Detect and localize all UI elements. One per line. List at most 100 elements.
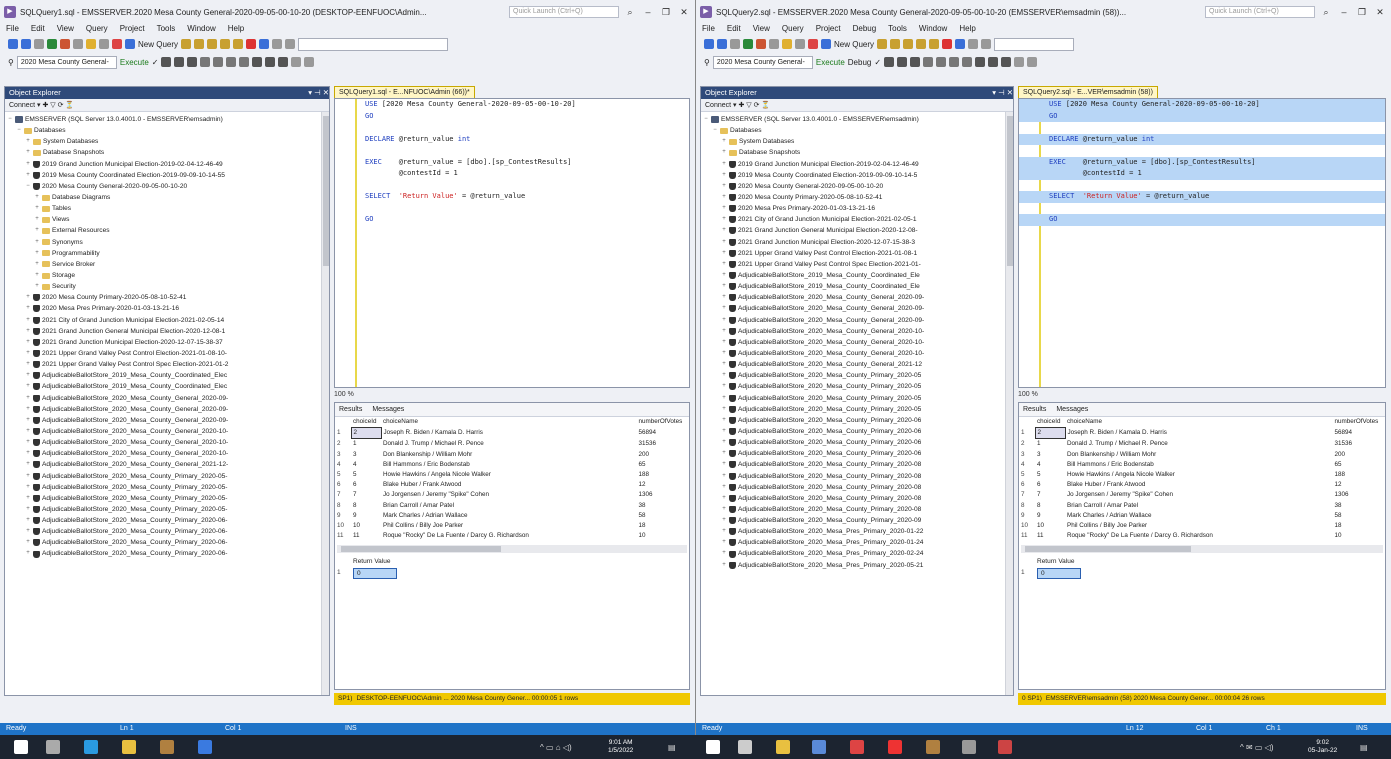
tree-scrollbar[interactable] — [1005, 112, 1013, 695]
query-tool-icon-8[interactable] — [988, 57, 999, 67]
table-cell[interactable]: 1 — [1019, 428, 1035, 439]
solution-combo[interactable] — [298, 37, 449, 51]
tree-node[interactable]: + AdjudicableBallotStore_2020_Mesa_County… — [7, 459, 329, 470]
table-cell[interactable]: 18 — [637, 521, 689, 531]
windows-start-icon[interactable] — [706, 740, 720, 754]
toolbar-icon-b7[interactable] — [272, 39, 283, 49]
expand-toggle[interactable]: + — [721, 515, 727, 526]
tree-node[interactable]: + AdjudicableBallotStore_2020_Mesa_County… — [7, 404, 329, 415]
menu-item-edit[interactable]: Edit — [727, 24, 741, 33]
tree-node[interactable]: +2021 Grand Junction General Municipal E… — [7, 326, 329, 337]
scrollbar-thumb[interactable] — [1025, 546, 1191, 553]
tree-node[interactable]: + AdjudicableBallotStore_2020_Mesa_County… — [703, 348, 1013, 359]
tree-node[interactable]: +2020 Mesa Pres Primary-2020-01-03-13-21… — [703, 203, 1013, 214]
tree-node[interactable]: + AdjudicableBallotStore_2020_Mesa_Pres_P… — [703, 548, 1013, 559]
tree-node[interactable]: + AdjudicableBallotStore_2020_Mesa_County… — [7, 393, 329, 404]
table-cell[interactable]: 38 — [637, 501, 689, 511]
menu-item-project[interactable]: Project — [120, 24, 145, 33]
tree-node[interactable]: + AdjudicableBallotStore_2020_Mesa_County… — [703, 303, 1013, 314]
tree-scrollbar[interactable] — [321, 112, 329, 695]
expand-toggle[interactable]: + — [34, 192, 40, 203]
expand-toggle[interactable]: + — [721, 292, 727, 303]
tree-node[interactable]: − Databases — [703, 125, 1013, 136]
toolbar-icon-b1[interactable] — [890, 39, 901, 49]
tree-node[interactable]: + Storage — [7, 270, 329, 281]
expand-toggle[interactable]: + — [721, 315, 727, 326]
query-document-tab[interactable]: SQLQuery1.sql - E...NFUOC\Admin (66))* — [334, 86, 475, 98]
tree-node[interactable]: + AdjudicableBallotStore_2020_Mesa_County… — [703, 381, 1013, 392]
toolbar-icon-1[interactable] — [21, 39, 31, 49]
table-cell[interactable]: 1306 — [637, 490, 689, 500]
table-cell[interactable]: Blake Huber / Frank Atwood — [381, 480, 637, 490]
tree-node[interactable]: + AdjudicableBallotStore_2020_Mesa_County… — [7, 493, 329, 504]
tab-results[interactable]: Results — [1023, 403, 1046, 416]
expand-toggle[interactable]: + — [25, 348, 31, 359]
file-explorer-icon[interactable] — [122, 740, 136, 754]
expand-toggle[interactable]: + — [25, 404, 31, 415]
restore-button[interactable]: ❐ — [1355, 7, 1369, 18]
tree-node[interactable]: + AdjudicableBallotStore_2020_Mesa_Pres_P… — [703, 560, 1013, 571]
parse-check-icon[interactable]: ✓ — [152, 58, 159, 67]
expand-toggle[interactable]: + — [721, 393, 727, 404]
tree-node[interactable]: + AdjudicableBallotStore_2020_Mesa_County… — [703, 292, 1013, 303]
file-explorer-icon[interactable] — [776, 740, 790, 754]
query-tool-icon-5[interactable] — [949, 57, 960, 67]
table-cell[interactable]: 1306 — [1333, 490, 1385, 500]
tree-node[interactable]: + AdjudicableBallotStore_2020_Mesa_County… — [703, 359, 1013, 370]
toolbar-icon-3[interactable] — [47, 39, 57, 49]
table-cell[interactable]: 38 — [1333, 501, 1385, 511]
toolbar-icon-b8[interactable] — [981, 39, 992, 49]
tree-node[interactable]: +2021 Upper Grand Valley Pest Control El… — [7, 348, 329, 359]
tree-node[interactable]: + AdjudicableBallotStore_2020_Mesa_County… — [703, 493, 1013, 504]
menu-item-view[interactable]: View — [57, 24, 74, 33]
system-tray-icons[interactable]: ^ ✉ ▭ ◁) — [1240, 743, 1274, 752]
table-cell[interactable]: 6 — [1019, 480, 1035, 490]
table-cell[interactable]: 58 — [1333, 511, 1385, 521]
tree-node[interactable]: +2021 Upper Grand Valley Pest Control El… — [703, 248, 1013, 259]
tree-node[interactable]: + AdjudicableBallotStore_2020_Mesa_County… — [7, 471, 329, 482]
search-icon[interactable] — [738, 740, 752, 754]
expand-toggle[interactable]: − — [7, 114, 13, 125]
expand-toggle[interactable]: − — [712, 125, 718, 136]
tree-node[interactable]: + AdjudicableBallotStore_2020_Mesa_County… — [703, 426, 1013, 437]
table-cell[interactable]: 1 — [1035, 439, 1065, 450]
scrollbar-thumb[interactable] — [341, 546, 502, 553]
filter-icon[interactable]: ⚲ — [8, 58, 14, 67]
table-cell[interactable]: 7 — [1019, 490, 1035, 500]
chrome-icon[interactable] — [850, 740, 864, 754]
tree-node[interactable]: +2019 Grand Junction Municipal Election-… — [7, 159, 329, 170]
toolbar-icon-4[interactable] — [756, 39, 766, 49]
menu-item-help[interactable]: Help — [959, 24, 975, 33]
table-cell[interactable]: 10 — [637, 531, 689, 541]
tree-node[interactable]: + Tables — [7, 203, 329, 214]
horizontal-scrollbar[interactable] — [1021, 545, 1383, 554]
tree-node[interactable]: +2019 Mesa County Coordinated Election-2… — [703, 170, 1013, 181]
toolbar-icon-0[interactable] — [704, 39, 714, 49]
scrollbar-thumb[interactable] — [1007, 116, 1013, 266]
query-tool-icon-7[interactable] — [252, 57, 263, 67]
toolbar-icon-7[interactable] — [795, 39, 805, 49]
tree-node[interactable]: + AdjudicableBallotStore_2020_Mesa_County… — [7, 504, 329, 515]
terminal-icon[interactable] — [962, 740, 976, 754]
scrollbar-thumb[interactable] — [323, 116, 329, 266]
table-cell[interactable]: 188 — [637, 470, 689, 480]
table-cell[interactable]: 4 — [1035, 460, 1065, 470]
table-cell[interactable]: 2 — [1019, 439, 1035, 450]
tree-node[interactable]: + AdjudicableBallotStore_2020_Mesa_County… — [703, 326, 1013, 337]
table-cell[interactable]: Donald J. Trump / Michael R. Pence — [381, 439, 637, 450]
app-icon[interactable] — [198, 740, 212, 754]
new-query-button[interactable]: New Query — [834, 40, 874, 49]
expand-toggle[interactable]: + — [25, 504, 31, 515]
table-cell[interactable]: 2 — [1034, 427, 1066, 440]
table-cell[interactable]: 3 — [335, 450, 351, 460]
query-tool-icon-4[interactable] — [213, 57, 224, 67]
expand-toggle[interactable]: + — [34, 281, 40, 292]
table-row[interactable]: 4 4 Bill Hammons / Eric Bodenstab 65 — [335, 460, 689, 470]
tree-node[interactable]: + Database Diagrams — [7, 192, 329, 203]
table-cell[interactable]: 65 — [1333, 460, 1385, 470]
toolbar-icon-1[interactable] — [717, 39, 727, 49]
table-cell[interactable]: Don Blankenship / William Mohr — [381, 450, 637, 460]
table-cell[interactable]: 11 — [351, 531, 381, 541]
toolbar-icon-b8[interactable] — [285, 39, 296, 49]
edge-icon[interactable] — [84, 740, 98, 754]
